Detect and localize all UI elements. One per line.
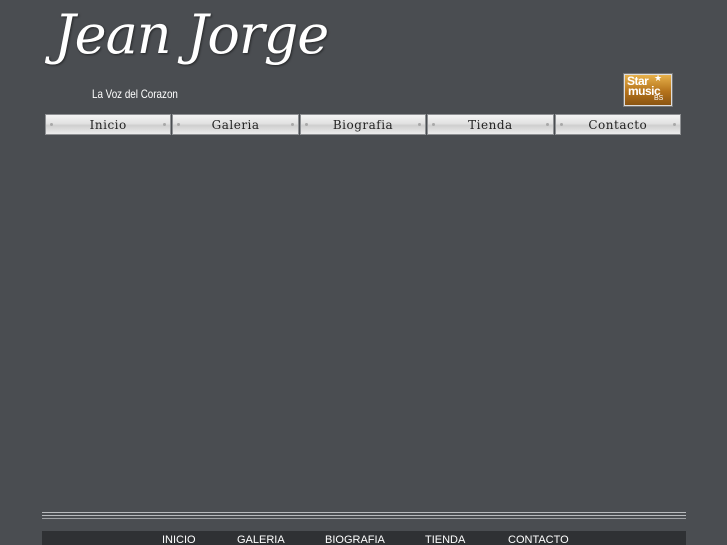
bullet-icon (673, 123, 677, 126)
nav-item-galeria[interactable]: Galeria (172, 114, 299, 135)
bullet-icon (50, 123, 53, 126)
footer-divider (42, 518, 686, 519)
bullet-icon (163, 123, 167, 126)
nav-item-biografia[interactable]: Biografia (299, 114, 427, 135)
footer-link-tienda[interactable]: TIENDA (425, 534, 465, 545)
nav-item-inicio[interactable]: Inicio (45, 114, 172, 135)
bullet-icon (418, 123, 422, 126)
footer-link-galeria[interactable]: GALERIA (237, 534, 285, 545)
star-music-badge[interactable]: Star ★ music BS (624, 74, 672, 106)
footer-divider (42, 515, 686, 516)
site-logo-title[interactable]: Jean Jorge (54, 8, 329, 62)
nav-item-tienda[interactable]: Tienda (427, 114, 554, 135)
main-content-area (45, 140, 681, 500)
footer-link-biografia[interactable]: BIOGRAFIA (325, 534, 385, 545)
nav-item-label: Inicio (89, 117, 127, 132)
star-icon: ★ (654, 74, 663, 84)
bullet-icon (559, 123, 563, 126)
bullet-icon (304, 123, 308, 126)
main-nav: Inicio Galeria Biografia Tienda Contacto (45, 114, 682, 135)
site-tagline: La Voz del Corazon (92, 87, 178, 101)
footer-divider (42, 512, 686, 513)
nav-item-label: Contacto (588, 117, 648, 132)
nav-item-label: Biografia (332, 117, 394, 132)
nav-item-label: Tienda (468, 117, 513, 132)
bullet-icon (177, 123, 181, 126)
badge-text-line3: BS (654, 95, 664, 102)
bullet-icon (432, 123, 436, 126)
footer-link-contacto[interactable]: CONTACTO (508, 534, 569, 545)
bullet-icon (290, 123, 294, 126)
footer-link-inicio[interactable]: INICIO (162, 534, 196, 545)
nav-item-contacto[interactable]: Contacto (554, 114, 682, 135)
bullet-icon (545, 123, 549, 126)
nav-item-label: Galeria (211, 117, 260, 132)
